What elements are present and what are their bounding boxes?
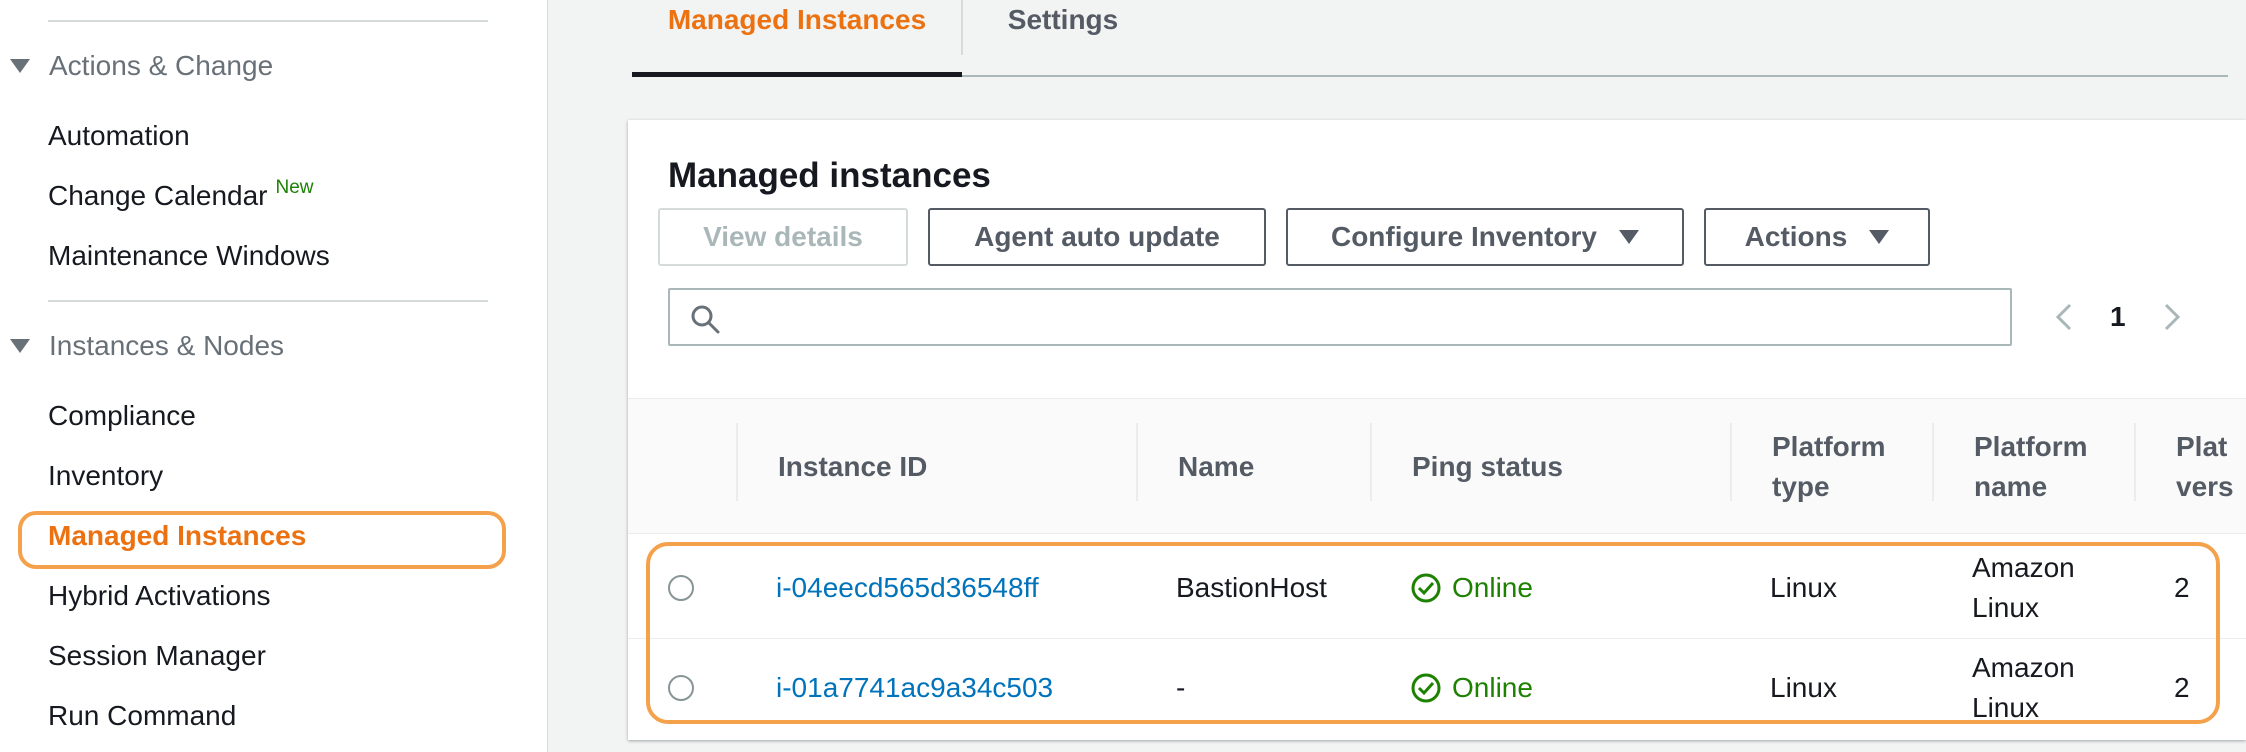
sidebar-section-instances-nodes[interactable]: Instances & Nodes [10,330,284,362]
tab-managed-instances[interactable]: Managed Instances [632,0,962,77]
instance-name: - [1176,672,1186,703]
column-header-platform-type[interactable]: Platform type [1772,399,1912,535]
search-input[interactable] [668,288,2012,346]
check-circle-icon [1411,573,1441,603]
chevron-left-icon[interactable] [2044,288,2084,346]
sidebar-section-actions-change[interactable]: Actions & Change [10,50,273,82]
caret-down-icon [10,339,30,353]
sidebar-item-label: Inventory [48,460,164,491]
table-header: Instance ID Name Ping status Platform ty… [628,398,2246,534]
instance-id-link[interactable]: i-04eecd565d36548ff [776,538,1039,638]
sidebar-item-label: Hybrid Activations [48,580,271,611]
platform-type: Linux [1770,572,1837,603]
sidebar-item-label: Maintenance Windows [48,240,330,271]
sidebar: Actions & Change Automation Change Calen… [0,0,548,752]
ping-status: Online [1410,638,1533,738]
status-badge: Online [1410,572,1533,604]
sidebar-item-label: Compliance [48,400,196,431]
configure-inventory-button[interactable]: Configure Inventory [1286,208,1684,266]
sidebar-item-hybrid-activations[interactable]: Hybrid Activations [48,580,271,612]
radio-button[interactable] [668,675,694,701]
instance-id-link[interactable]: i-01a7741ac9a34c503 [776,638,1053,738]
radio-button[interactable] [668,575,694,601]
column-header-platform-version[interactable]: Plat vers [2136,399,2246,535]
ping-status: Online [1410,538,1533,638]
table-row[interactable]: i-01a7741ac9a34c503 - Online Linux Amazo… [628,638,2246,738]
sidebar-divider [48,300,488,302]
platform-version: 2 [2174,572,2190,603]
caret-down-icon [1869,230,1890,244]
view-details-button[interactable]: View details [658,208,908,266]
column-divider [736,423,738,501]
instance-name: BastionHost [1176,572,1327,603]
column-divider [1730,423,1732,501]
platform-type: Linux [1770,672,1837,703]
column-header-platform-name[interactable]: Platform name [1974,399,2114,535]
tab-label: Settings [1007,4,1119,35]
tab-settings[interactable]: Settings [963,0,1163,77]
sidebar-divider [48,20,488,22]
platform-name: Amazon Linux [1972,652,2075,723]
actions-button[interactable]: Actions [1704,208,1930,266]
row-select-radio[interactable] [668,538,694,638]
column-divider [1136,423,1138,501]
button-label: Actions [1744,221,1848,252]
sidebar-item-automation[interactable]: Automation [48,120,190,152]
sidebar-item-change-calendar[interactable]: Change Calendar New [48,177,314,212]
page-number[interactable]: 1 [2110,301,2126,333]
panel-title: Managed instances [668,156,991,195]
sidebar-item-label: Session Manager [48,640,266,671]
sidebar-item-label: Managed Instances [48,520,307,551]
tab-bar: Managed Instances Settings [632,0,2228,77]
column-divider [1370,423,1372,501]
search-icon [690,304,720,339]
column-header-instance-id[interactable]: Instance ID [778,399,927,535]
column-divider [1932,423,1934,501]
sidebar-item-compliance[interactable]: Compliance [48,400,196,432]
sidebar-section-title: Actions & Change [49,50,274,81]
agent-auto-update-button[interactable]: Agent auto update [928,208,1266,266]
sidebar-section-title: Instances & Nodes [49,330,285,361]
platform-version: 2 [2174,672,2190,703]
sidebar-item-run-command[interactable]: Run Command [48,700,236,732]
sidebar-item-managed-instances[interactable]: Managed Instances [48,520,306,552]
caret-down-icon [1619,230,1639,244]
table-row[interactable]: i-04eecd565d36548ff BastionHost Online L… [628,538,2246,638]
chevron-right-icon[interactable] [2152,288,2192,346]
tab-label: Managed Instances [667,4,927,35]
managed-instances-panel: Managed instances View details Agent aut… [628,120,2246,740]
status-label: Online [1452,672,1533,703]
sidebar-item-inventory[interactable]: Inventory [48,460,163,492]
button-label: Configure Inventory [1330,221,1597,252]
new-badge: New [275,177,314,198]
column-header-name[interactable]: Name [1178,399,1254,535]
pagination: 1 [2044,288,2192,346]
column-header-ping-status[interactable]: Ping status [1412,399,1563,535]
sidebar-item-label: Change Calendar [48,180,268,211]
status-badge: Online [1410,672,1533,704]
caret-down-icon [10,59,30,73]
row-select-radio[interactable] [668,638,694,738]
sidebar-item-label: Run Command [48,700,237,731]
sidebar-item-session-manager[interactable]: Session Manager [48,640,266,672]
sidebar-item-label: Automation [48,120,190,151]
check-circle-icon [1411,673,1441,703]
status-label: Online [1452,572,1533,603]
platform-name: Amazon Linux [1972,552,2075,623]
sidebar-item-maintenance-windows[interactable]: Maintenance Windows [48,240,330,272]
